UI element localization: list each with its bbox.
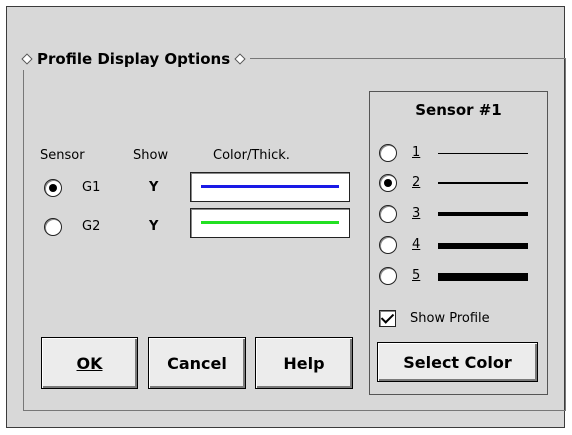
checkmark-icon [380,310,395,324]
group-title: Profile Display Options [19,48,251,70]
select-color-button[interactable]: Select Color [377,342,538,382]
ok-button[interactable]: OK [41,337,138,389]
thickness-label-1: 1 [412,145,421,160]
thickness-label-4: 4 [412,237,421,252]
thickness-radio-4[interactable] [379,236,397,254]
thickness-radio-5[interactable] [379,267,397,285]
thickness-line-5 [438,273,528,281]
color-thick-swatch-g1[interactable] [190,172,350,202]
sensor-label-g1: G1 [82,180,101,195]
thickness-radio-3[interactable] [379,205,397,223]
thickness-label-2: 2 [412,175,421,190]
sensor-label-g2: G2 [82,219,101,234]
thickness-line-2 [438,182,528,184]
column-header-color-thick: Color/Thick. [213,148,290,163]
select-color-button-label: Select Color [403,352,512,372]
sensor-panel-title: Sensor #1 [415,101,502,119]
cancel-button[interactable]: Cancel [148,337,246,389]
thickness-label-5: 5 [412,268,421,283]
color-thick-swatch-g2[interactable] [190,208,350,238]
diamond-icon [21,53,33,65]
sensor-radio-g2[interactable] [44,218,62,236]
ok-button-label: OK [76,353,103,373]
thickness-radio-1[interactable] [379,144,397,162]
diamond-icon [234,53,246,65]
show-profile-checkbox[interactable] [379,310,396,327]
column-header-sensor: Sensor [40,148,85,163]
show-value-g2: Y [149,219,159,234]
thickness-radio-2[interactable] [379,174,397,192]
thickness-line-4 [438,243,528,249]
cancel-button-label: Cancel [167,353,227,373]
help-button[interactable]: Help [255,337,353,389]
help-button-label: Help [283,353,325,373]
show-profile-label: Show Profile [410,311,490,326]
column-header-show: Show [133,148,169,163]
thickness-line-1 [438,153,528,154]
thickness-label-3: 3 [412,206,421,221]
profile-line-g2 [201,221,339,224]
thickness-line-3 [438,212,528,216]
profile-line-g1 [201,185,339,188]
sensor-radio-g1[interactable] [44,179,62,197]
show-value-g1: Y [149,180,159,195]
group-title-label: Profile Display Options [37,50,231,68]
